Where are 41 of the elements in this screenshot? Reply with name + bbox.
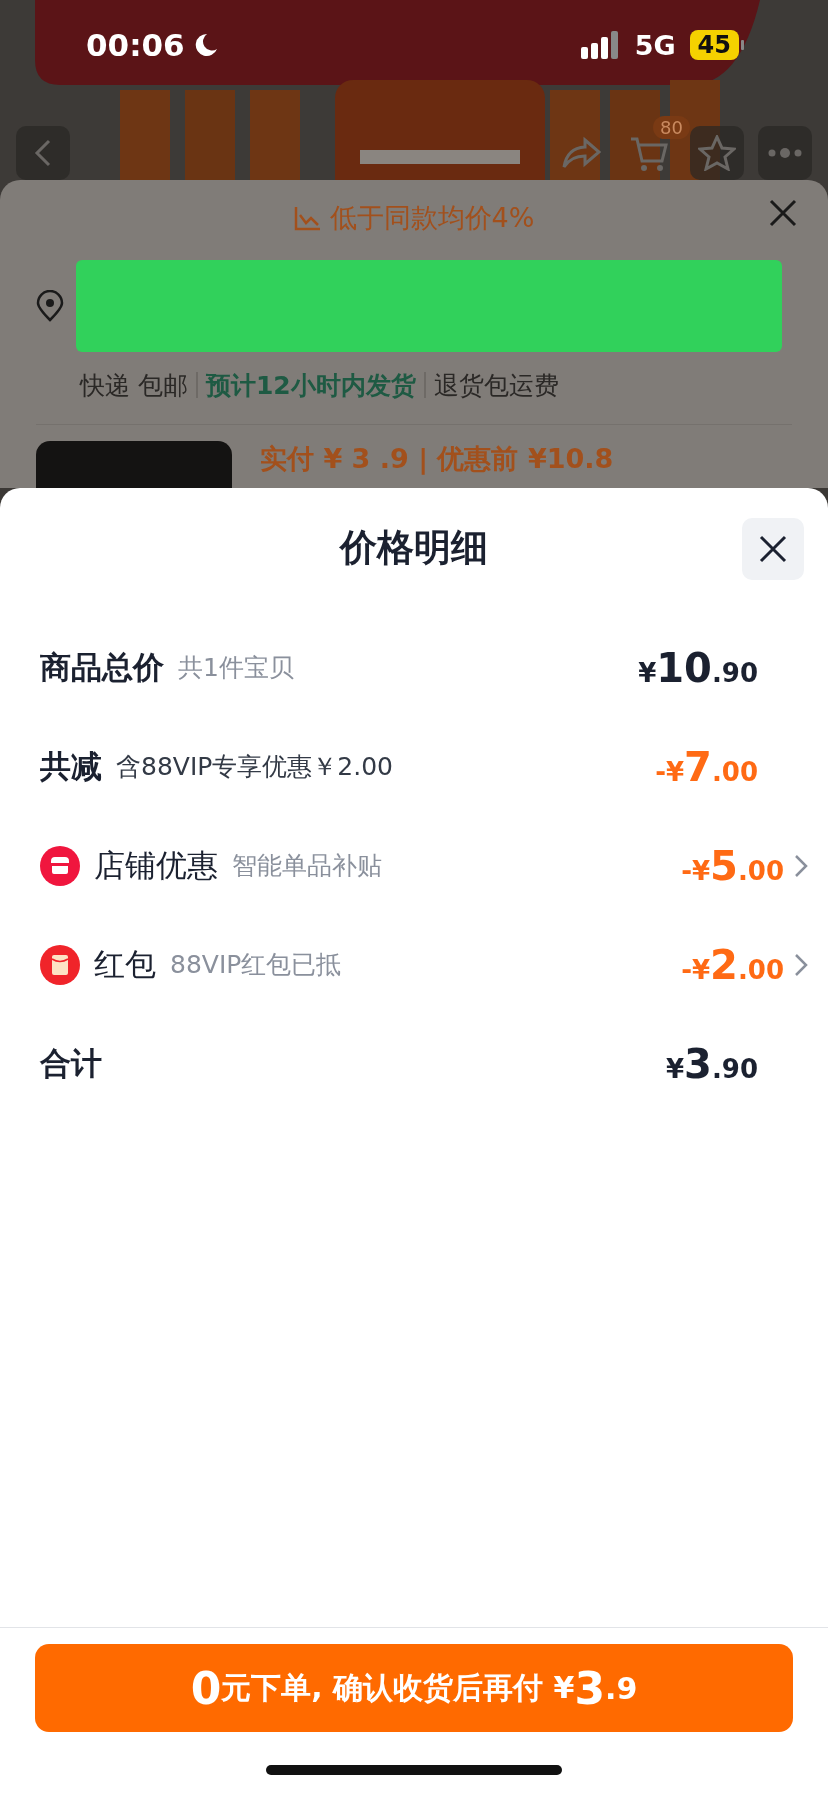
row-note: 88VIP红包已抵 [170,949,342,981]
delivery-info: 预计12小时内发货 [205,369,416,402]
price-hint: 低于同款均价4% [329,201,535,235]
trend-icon [293,205,322,231]
product-price: 实付 ¥ 3 .9 | 优惠前 ¥10.8 [260,443,614,475]
close-button[interactable] [742,518,804,580]
price-amount: ¥3.90 [666,1040,758,1087]
row-note: 共1件宝贝 [178,652,294,684]
star-icon [698,135,736,171]
price-amount: -¥5.00 [681,842,784,889]
row-label: 合计 [40,1043,102,1083]
price-amount: -¥7.00 [655,743,758,790]
status-time: 00:06 [86,27,185,63]
close-icon [768,198,798,228]
share-icon [561,136,601,170]
favorite-button[interactable] [690,126,744,180]
row-note: 智能单品补贴 [232,850,382,882]
row-label: 店铺优惠 [94,845,218,885]
back-button[interactable] [16,126,70,180]
price-amount: -¥2.00 [681,941,784,988]
chevron-icon[interactable] [794,853,808,878]
sheet-title: 价格明细 [340,525,488,571]
row-label: 商品总价 [40,647,164,687]
location-pin-icon [36,290,64,322]
delivery-info: 快递 包邮 [80,369,188,402]
store-icon [40,845,80,886]
order-button[interactable]: 0元下单, 确认收货后再付 ¥3.9 [35,1644,793,1732]
row-note: 含88VIP专享优惠￥2.00 [116,751,394,783]
row-label: 共减 [40,746,102,786]
network-label: 5G [634,29,676,61]
signal-icon [580,31,621,59]
envelope-icon [40,944,80,985]
battery-level: 45 [689,30,739,60]
price-amount: ¥10.90 [638,644,758,691]
row-label: 红包 [94,944,156,984]
more-icon [767,148,803,158]
back-icon [33,138,53,168]
more-button[interactable] [758,126,812,180]
close-icon [758,534,788,564]
chevron-icon[interactable] [794,952,808,977]
delivery-info: 退货包运费 [433,369,559,402]
